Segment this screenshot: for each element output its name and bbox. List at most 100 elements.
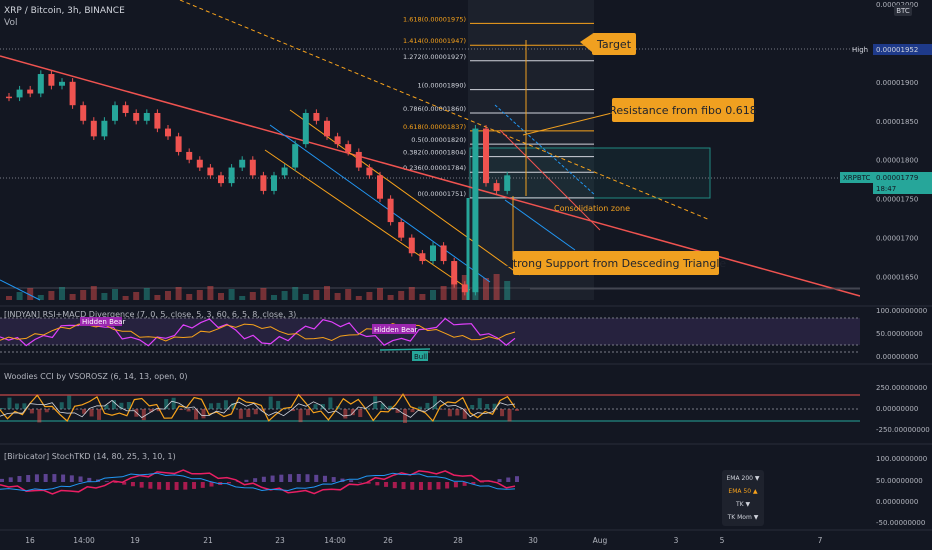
candle-body (472, 128, 479, 293)
candle-body (451, 261, 458, 285)
fib-label: 0.382(0.00001804) (403, 149, 466, 157)
cci-bar (455, 409, 460, 416)
volume-bar (366, 292, 373, 300)
candle-body (218, 175, 224, 184)
candle-body (90, 120, 97, 137)
volume-bar (112, 289, 118, 300)
candle-body (112, 105, 118, 121)
stoch-bar (349, 480, 354, 482)
volume-bar (48, 291, 55, 300)
cci-bar (380, 403, 385, 409)
candle-body (249, 159, 256, 176)
hidden-bear-label-1: Hidden Bear (82, 318, 125, 326)
candle-body (80, 105, 87, 121)
stoch-bar (270, 475, 275, 482)
candle-body (101, 120, 108, 137)
stoch-bar (401, 482, 406, 490)
candle-body (271, 175, 277, 191)
stoch-bar (26, 475, 31, 482)
volume-bar (324, 286, 330, 300)
fib-label: 1.272(0.00001927) (403, 53, 466, 61)
stoch-tick-0: 0.00000000 (876, 498, 918, 506)
price-tick: 0.00001750 (876, 196, 918, 204)
stoch-bar (183, 482, 188, 490)
cci-bar (268, 396, 273, 409)
candle-body (37, 74, 44, 94)
candle-body (239, 159, 246, 168)
legend-ema200: EMA 200 ▼ (727, 475, 760, 482)
cci-bar (485, 403, 490, 409)
candle-body (461, 284, 468, 293)
stoch-bar (69, 475, 74, 482)
cci-tick-250: 250.00000000 (876, 384, 927, 392)
volume-bar (6, 296, 12, 300)
candle-body (16, 89, 23, 98)
volume-bar (154, 295, 161, 300)
stoch-bar (52, 474, 57, 482)
stoch-bar (226, 482, 231, 484)
chart-canvas[interactable]: 1.618(0.00001975) 1.414(0.00001947) 1.272(… (0, 0, 932, 550)
candle-body (122, 105, 129, 113)
volume-bar (408, 287, 415, 300)
stoch-bar (261, 476, 266, 482)
target-label: Target (596, 38, 632, 51)
stoch-bar (436, 482, 441, 490)
time-tick: Aug (593, 536, 608, 545)
cci-bar (298, 409, 303, 423)
stoch-bar (427, 482, 432, 490)
volume-bar (398, 291, 405, 300)
stoch-bar (375, 482, 380, 486)
volume-bar (228, 289, 235, 300)
candle-body (292, 144, 299, 168)
stoch-bar (384, 482, 389, 487)
stoch-bar (148, 482, 153, 489)
stoch-bar (314, 474, 319, 482)
volume-bar (122, 296, 129, 300)
stoch-tick-50: 50.00000000 (876, 477, 923, 485)
volume-bar (101, 293, 108, 300)
cci-bar (253, 409, 258, 415)
cci-bar (7, 397, 12, 409)
time-tick: 21 (203, 536, 213, 545)
stoch-bar (331, 477, 336, 482)
rsi-tick-50: 50.00000000 (876, 330, 923, 338)
high-value: 0.00001952 (876, 46, 918, 54)
volume-bar (186, 294, 193, 300)
time-tick: 14:00 (324, 536, 346, 545)
candle-body (6, 96, 12, 99)
time-tick: 23 (275, 536, 285, 545)
stoch-bar (200, 482, 205, 488)
volume-bar (387, 295, 394, 300)
legend-tkmom: TK Mom ▼ (727, 514, 759, 521)
candle-body (313, 112, 320, 121)
candle-body (504, 175, 511, 191)
volume-label: Vol (4, 18, 17, 28)
candle-body (69, 81, 76, 106)
stoch-bar (279, 474, 284, 482)
volume-bar (271, 295, 277, 300)
time-tick: 7 (818, 536, 823, 545)
candle-body (27, 89, 34, 94)
time-tick: 5 (720, 536, 725, 545)
price-tick: 0.00001850 (876, 118, 918, 126)
cci-bar (216, 402, 221, 409)
last-price: 0.00001779 (876, 174, 918, 182)
stoch-bar (192, 482, 197, 489)
stoch-bar (480, 482, 485, 483)
candle-body (430, 245, 436, 262)
volume-bar (165, 291, 171, 300)
symbol-title: XRP / Bitcoin, 3h, BINANCE (4, 6, 125, 16)
cci-bar (343, 409, 348, 419)
stoch-bar (305, 474, 310, 482)
volume-bar (292, 287, 299, 300)
time-tick: 16 (25, 536, 35, 545)
volume-bar (377, 288, 383, 300)
price-tick: 0.00001650 (876, 274, 918, 282)
candle-body (207, 167, 214, 176)
candle-body (196, 159, 203, 168)
stoch-bar (410, 482, 415, 490)
candle-body (143, 112, 150, 121)
candle-body (175, 136, 182, 152)
price-tick: 0.00001700 (876, 235, 918, 243)
volume-bar (440, 286, 447, 300)
